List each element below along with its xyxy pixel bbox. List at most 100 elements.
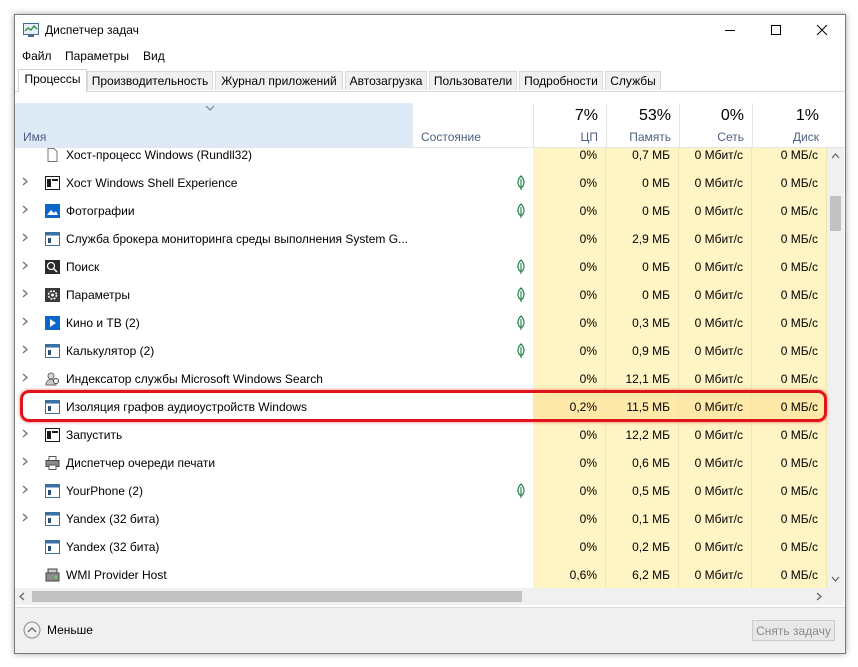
column-header-status[interactable]: Состояние — [413, 103, 533, 147]
collapse-up-icon — [23, 621, 41, 639]
end-task-button[interactable]: Снять задачу — [752, 620, 835, 641]
scroll-left-icon[interactable] — [19, 592, 25, 601]
menu-options[interactable]: Параметры — [65, 49, 129, 63]
menu-file[interactable]: Файл — [22, 49, 52, 63]
suspended-leaf-icon — [515, 343, 527, 359]
task-manager-app-icon — [23, 23, 39, 37]
expand-chevron-icon[interactable] — [22, 309, 28, 337]
suspended-leaf-icon — [515, 315, 527, 331]
disk-cell: 0 МБ/с — [752, 533, 827, 561]
column-header-disk[interactable]: 1% Диск — [752, 103, 827, 147]
shell-icon — [45, 176, 60, 190]
maximize-button[interactable] — [753, 15, 799, 45]
column-header-memory[interactable]: 53% Память — [606, 103, 679, 147]
process-name: Служба брокера мониторинга среды выполне… — [66, 232, 409, 246]
process-row[interactable]: Запустить 0% 12,2 МБ 0 Мбит/с 0 МБ/с — [15, 421, 827, 449]
disk-cell: 0 МБ/с — [752, 225, 827, 253]
memory-cell: 0 МБ — [606, 169, 679, 197]
expand-chevron-icon[interactable] — [22, 281, 28, 309]
process-row[interactable]: Хост Windows Shell Experience 0% 0 МБ 0 Мби… — [15, 169, 827, 197]
process-name: Индексатор службы Microsoft Windows Sear… — [66, 372, 323, 386]
header-divider — [752, 103, 753, 147]
expand-chevron-icon[interactable] — [22, 337, 28, 365]
disk-cell: 0 МБ/с — [752, 421, 827, 449]
process-row[interactable]: Параметры 0% 0 МБ 0 Мбит/с 0 МБ/с — [15, 281, 827, 309]
tab-users[interactable]: Пользователи — [429, 71, 517, 90]
horizontal-scrollbar[interactable] — [15, 588, 827, 605]
scroll-right-icon[interactable] — [816, 592, 822, 601]
expand-chevron-icon[interactable] — [22, 253, 28, 281]
column-header-network[interactable]: 0% Сеть — [679, 103, 752, 147]
cpu-cell: 0% — [533, 477, 606, 505]
network-cell: 0 Мбит/с — [679, 281, 752, 309]
tab-processes[interactable]: Процессы — [18, 69, 87, 92]
tab-services[interactable]: Службы — [605, 71, 661, 90]
disk-cell: 0 МБ/с — [752, 148, 827, 169]
expand-chevron-icon[interactable] — [22, 225, 28, 253]
process-row[interactable]: WMI Provider Host 0,6% 6,2 МБ 0 Мбит/с 0 МБ/… — [15, 561, 827, 588]
fewer-details-button[interactable]: Меньше — [23, 620, 93, 640]
expand-chevron-icon[interactable] — [22, 477, 28, 505]
network-cell: 0 Мбит/с — [679, 225, 752, 253]
tab-details[interactable]: Подробности — [519, 71, 603, 90]
tab-startup[interactable]: Автозагрузка — [345, 71, 427, 90]
network-cell: 0 Мбит/с — [679, 148, 752, 169]
network-cell: 0 Мбит/с — [679, 533, 752, 561]
process-row[interactable]: Диспетчер очереди печати 0% 0,6 МБ 0 Мбит/с… — [15, 449, 827, 477]
menu-view[interactable]: Вид — [143, 49, 165, 63]
vertical-scrollbar[interactable] — [827, 148, 844, 588]
expand-chevron-icon[interactable] — [22, 169, 28, 197]
suspended-leaf-icon — [515, 203, 527, 219]
process-row[interactable]: Поиск 0% 0 МБ 0 Мбит/с 0 МБ/с — [15, 253, 827, 281]
scroll-corner — [827, 588, 844, 605]
network-cell: 0 Мбит/с — [679, 421, 752, 449]
memory-cell: 6,2 МБ — [606, 561, 679, 588]
suspended-leaf-icon — [515, 175, 527, 191]
network-cell: 0 Мбит/с — [679, 449, 752, 477]
process-list: Хост-процесс Windows (Rundll32) 0% 0,7 МБ 0… — [15, 148, 827, 588]
disk-cell: 0 МБ/с — [752, 505, 827, 533]
process-row[interactable]: Кино и ТВ (2) 0% 0,3 МБ 0 Мбит/с 0 МБ/с — [15, 309, 827, 337]
process-row[interactable]: YourPhone (2) 0% 0,5 МБ 0 Мбит/с 0 МБ/с — [15, 477, 827, 505]
expand-chevron-icon[interactable] — [22, 421, 28, 449]
vertical-scroll-thumb[interactable] — [830, 196, 841, 231]
process-row[interactable]: Индексатор службы Microsoft Windows Sear… — [15, 365, 827, 393]
column-header-cpu[interactable]: 7% ЦП — [533, 103, 606, 147]
header-divider — [606, 103, 607, 147]
close-button[interactable] — [799, 15, 845, 45]
column-header-name[interactable]: Имя — [15, 103, 413, 147]
header-divider — [533, 103, 534, 147]
cpu-cell: 0,6% — [533, 561, 606, 588]
tab-app-history[interactable]: Журнал приложений — [215, 71, 343, 90]
title-bar[interactable]: Диспетчер задач — [15, 15, 845, 45]
expand-chevron-icon[interactable] — [22, 449, 28, 477]
scroll-down-icon[interactable] — [831, 576, 840, 582]
cpu-cell: 0% — [533, 253, 606, 281]
window-icon — [45, 232, 60, 246]
process-row[interactable]: Yandex (32 бита) 0% 0,2 МБ 0 Мбит/с 0 МБ/с — [15, 533, 827, 561]
minimize-button[interactable] — [707, 15, 753, 45]
process-name: Хост-процесс Windows (Rundll32) — [66, 148, 252, 162]
expand-chevron-icon[interactable] — [22, 505, 28, 533]
tab-performance[interactable]: Производительность — [87, 71, 213, 90]
process-row[interactable]: Калькулятор (2) 0% 0,9 МБ 0 Мбит/с 0 МБ/с — [15, 337, 827, 365]
scroll-up-icon[interactable] — [831, 153, 840, 159]
wmi-icon — [45, 568, 60, 582]
process-name: Кино и ТВ (2) — [66, 316, 140, 330]
window-icon — [45, 344, 60, 358]
process-row[interactable]: Фотографии 0% 0 МБ 0 Мбит/с 0 МБ/с — [15, 197, 827, 225]
expand-chevron-icon[interactable] — [22, 197, 28, 225]
memory-total-percent: 53% — [638, 107, 671, 124]
process-row[interactable]: Хост-процесс Windows (Rundll32) 0% 0,7 МБ 0… — [15, 148, 827, 169]
disk-cell: 0 МБ/с — [752, 477, 827, 505]
memory-cell: 0,2 МБ — [606, 533, 679, 561]
horizontal-scroll-thumb[interactable] — [32, 591, 522, 602]
process-row[interactable]: Служба брокера мониторинга среды выполне… — [15, 225, 827, 253]
cpu-cell: 0% — [533, 309, 606, 337]
window-icon — [45, 484, 60, 498]
process-row[interactable]: Yandex (32 бита) 0% 0,1 МБ 0 Мбит/с 0 МБ/с — [15, 505, 827, 533]
expand-chevron-icon[interactable] — [22, 365, 28, 393]
memory-cell: 0,3 МБ — [606, 309, 679, 337]
cpu-cell: 0% — [533, 148, 606, 169]
menu-bar: Файл Параметры Вид — [15, 46, 845, 66]
